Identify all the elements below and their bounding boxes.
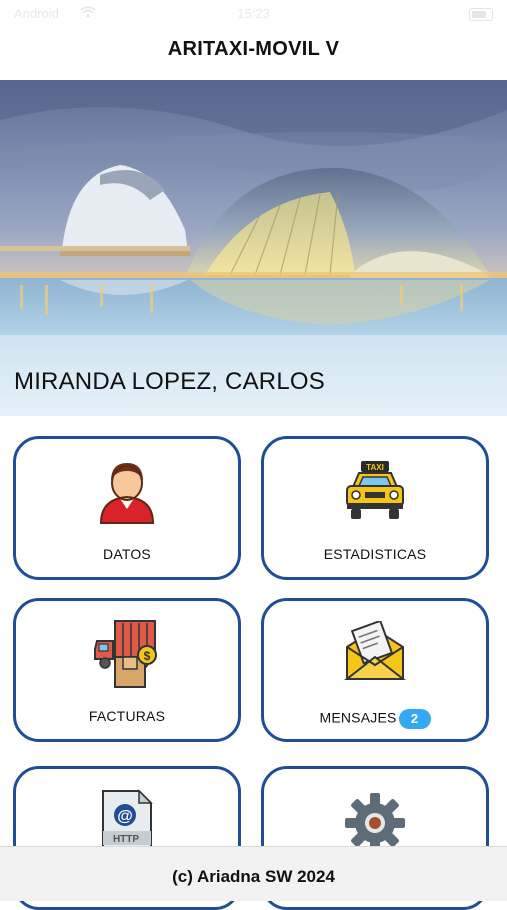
hero-image: MIRANDA LOPEZ, CARLOS: [0, 80, 507, 416]
svg-text:@: @: [117, 808, 133, 825]
menu-label-mensajes-row: MENSAJES 2: [264, 709, 486, 729]
svg-text:HTTP: HTTP: [113, 834, 139, 845]
svg-text:$: $: [144, 649, 151, 663]
unread-messages-badge: 2: [398, 709, 431, 729]
copyright-text: (c) Ariadna SW 2024: [172, 867, 335, 886]
status-bar: Android 15:23: [0, 0, 507, 28]
battery-icon: [469, 8, 493, 21]
menu-card-mensajes[interactable]: MENSAJES 2: [261, 598, 489, 742]
menu-label-mensajes: MENSAJES: [319, 709, 397, 726]
menu-card-facturas[interactable]: $ FACTURAS: [13, 598, 241, 742]
clock: 15:23: [237, 6, 270, 21]
menu-label-estadisticas: ESTADISTICAS: [323, 546, 427, 562]
svg-text:TAXI: TAXI: [366, 463, 384, 472]
menu-card-datos[interactable]: DATOS: [13, 436, 241, 580]
invoice-truck-icon: $: [94, 620, 157, 688]
taxi-icon: TAXI: [346, 461, 404, 519]
menu-label-datos: DATOS: [103, 546, 151, 562]
city-of-arts-photo: [0, 80, 507, 416]
menu-card-estadisticas[interactable]: TAXI ESTADISTICAS: [261, 436, 489, 580]
envelope-letter-icon: [344, 621, 406, 680]
user-name: MIRANDA LOPEZ, CARLOS: [14, 368, 325, 395]
page-title: ARITAXI-MOVIL V: [167, 38, 340, 60]
menu-label-facturas: FACTURAS: [88, 708, 166, 724]
footer: (c) Ariadna SW 2024: [0, 846, 507, 901]
user-avatar-icon: [99, 463, 155, 524]
